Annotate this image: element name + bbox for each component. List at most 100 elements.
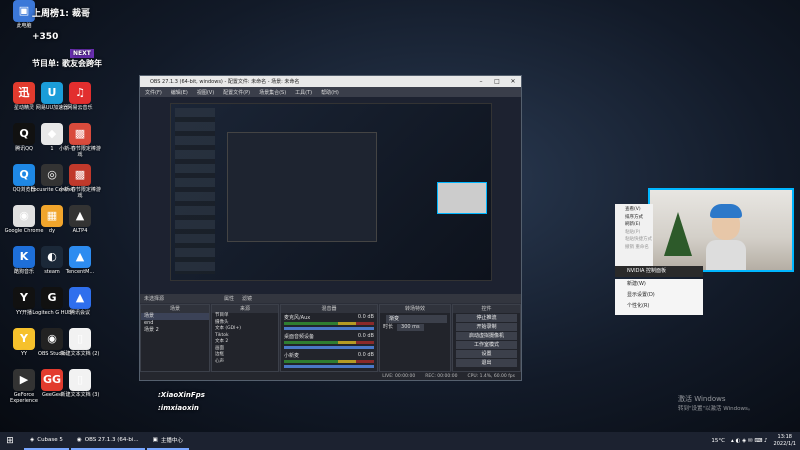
obs-menu-item[interactable]: 帮助(H) xyxy=(321,89,339,96)
program-overlay: 节目单: 歌友会跨年 xyxy=(32,59,102,68)
minimize-icon[interactable]: – xyxy=(473,76,489,87)
control-button[interactable]: 启动虚拟摄像机 xyxy=(456,332,517,340)
system-tray: 15°C ▴ ◐ ◈ ✉ ⌨ ♪ 13:18 2022/1/1 xyxy=(711,432,796,450)
desktop-icon[interactable]: ▲ 腾讯会议 xyxy=(58,287,102,317)
desktop-icon-label: 新建文本文档 (2) xyxy=(60,351,100,357)
context-menu-item[interactable]: 新建(W) xyxy=(615,279,703,290)
app-icon: ▲ xyxy=(69,287,91,309)
context-menu-item[interactable]: 显示设置(D) xyxy=(615,290,703,301)
webcam-overlay xyxy=(648,188,794,272)
taskbar-app-label: Cubase 5 xyxy=(37,437,63,443)
volume-meter xyxy=(284,341,374,344)
volume-slider[interactable] xyxy=(284,327,374,330)
taskbar-app[interactable]: ◉ OBS 27.1.3 (64-bi... xyxy=(70,432,145,450)
obs-menu-item[interactable]: 视图(V) xyxy=(197,89,214,96)
rank-overlay: 上周榜1: 裁哥 xyxy=(32,9,90,19)
controls-header: 控件 xyxy=(453,305,520,313)
taskbar-app[interactable]: ▣ 主播中心 xyxy=(146,432,189,450)
context-menu: 查看(V) 排序方式 刷新(E) 粘贴(P) 粘贴快捷方式 撤销 重命名 xyxy=(615,204,653,266)
start-icon[interactable]: ⊞ xyxy=(0,432,20,450)
clock-date: 2022/1/1 xyxy=(773,441,796,447)
tiktok-id-1: :XiaoXinFps xyxy=(158,391,205,399)
control-button[interactable]: 工作室模式 xyxy=(456,341,517,349)
control-button[interactable]: 开始录制 xyxy=(456,323,517,331)
control-button[interactable]: 退出 xyxy=(456,359,517,367)
desktop-icon[interactable]: ♫ 网易云音乐 xyxy=(58,82,102,112)
obs-menu-item[interactable]: 工具(T) xyxy=(295,89,312,96)
desktop-icon-label: ALTP4 xyxy=(72,228,88,234)
desktop-icon[interactable]: ▯ 新建文本文档 (3) xyxy=(58,369,102,399)
context-menu-item[interactable]: 粘贴快捷方式 xyxy=(615,236,653,244)
properties-button[interactable]: 属性 xyxy=(224,295,234,302)
context-menu-item[interactable]: 刷新(E) xyxy=(615,221,653,229)
scenes-header: 场景 xyxy=(141,305,209,313)
obs-window[interactable]: OBS 27.1.3 (64-bit, windows) - 配置文件: 未命名… xyxy=(139,75,522,381)
app-icon: ▩ xyxy=(69,123,91,145)
obs-title: OBS 27.1.3 (64-bit, windows) - 配置文件: 未命名… xyxy=(150,79,300,85)
desktop-icon[interactable]: ▩ 小新-春节限定棒游戏 xyxy=(58,164,102,199)
obs-menubar: 文件(F) 编辑(E) 视图(V) 配置文件(P) 场景集合(S) 工具(T) 帮助(H) xyxy=(140,87,521,97)
mixer-channel: 桌面音频设备 0.0 dB xyxy=(281,332,377,351)
mixer-channel-db: 0.0 dB xyxy=(357,314,374,320)
context-menu-item[interactable]: 撤销 重命名 xyxy=(615,244,653,252)
duration-label: 时长 xyxy=(383,324,394,330)
tray-icons[interactable]: ▴ ◐ ◈ ✉ ⌨ ♪ xyxy=(731,438,768,444)
scene-item[interactable]: 场景 xyxy=(141,313,209,320)
transitions-panel: 转场特效 渐变 时长 300 ms xyxy=(379,304,451,372)
next-badge: NEXT xyxy=(70,49,94,58)
obs-menu-item[interactable]: 编辑(E) xyxy=(171,89,188,96)
activation-line2: 转到"设置"以激活 Windows。 xyxy=(678,406,754,412)
obs-titlebar[interactable]: OBS 27.1.3 (64-bit, windows) - 配置文件: 未命名… xyxy=(140,76,521,87)
taskbar-app[interactable]: ◈ Cubase 5 xyxy=(24,432,69,450)
source-toolbar: 未选择源 属性 滤镜 xyxy=(140,294,521,303)
controls-panel: 控件 停止推流 开始录制 启动虚拟摄像机 工作室模式 设置 退出 xyxy=(452,304,521,372)
desktop-icon-label: 腾讯会议 xyxy=(69,310,90,316)
obs-menu-item[interactable]: 配置文件(P) xyxy=(223,89,250,96)
taskbar-app-icon: ◈ xyxy=(30,437,35,443)
christmas-tree xyxy=(664,212,692,256)
activation-line1: 激活 Windows xyxy=(678,395,726,403)
clock-time: 13:18 xyxy=(777,434,792,440)
streamer xyxy=(706,204,746,270)
context-menu-item[interactable]: 查看(V) xyxy=(615,206,653,214)
duration-input[interactable]: 300 ms xyxy=(397,324,424,331)
control-button[interactable]: 停止推流 xyxy=(456,314,517,322)
context-menu-item[interactable]: 排序方式 xyxy=(615,214,653,222)
desktop-icon[interactable]: ▲ ALTP4 xyxy=(58,205,102,235)
clock[interactable]: 13:18 2022/1/1 xyxy=(774,434,796,448)
desktop-icon[interactable]: ▩ 小新-春节限定棒游戏 xyxy=(58,123,102,158)
taskbar-app-label: OBS 27.1.3 (64-bi... xyxy=(84,437,139,443)
obs-menu-item[interactable]: 文件(F) xyxy=(145,89,162,96)
filters-button[interactable]: 滤镜 xyxy=(242,295,252,302)
maximize-icon[interactable]: □ xyxy=(489,76,505,87)
close-icon[interactable]: ✕ xyxy=(505,76,521,87)
desktop-icon-label: TencentM... xyxy=(65,269,95,275)
weather[interactable]: 15°C xyxy=(711,438,725,444)
volume-meter xyxy=(284,360,374,363)
scene-item[interactable]: end xyxy=(141,320,209,327)
scene-item[interactable]: 场景 2 xyxy=(141,327,209,334)
desktop-icon-label: 此电脑 xyxy=(16,23,32,29)
points-overlay: +350 xyxy=(32,32,59,42)
obs-statusbar: LIVE: 00:00:00 REC: 00:00:00 CPU: 1.4%, … xyxy=(140,372,521,380)
desktop-icon-label: 网易云音乐 xyxy=(67,105,93,111)
desktop-icon[interactable]: ▯ 新建文本文档 (2) xyxy=(58,328,102,358)
desktop-icon[interactable]: ▲ TencentM... xyxy=(58,246,102,276)
nvidia-control-panel-item[interactable]: NVIDIA 控制面板 xyxy=(615,266,703,277)
nested-webcam xyxy=(437,182,487,214)
obs-menu-item[interactable]: 场景集合(S) xyxy=(259,89,286,96)
taskbar: ⊞ ◈ Cubase 5 ◉ OBS 27.1.3 (64-bi... ▣ 主播中心 15… xyxy=(0,432,800,450)
desktop-icon-label: 小新-春节限定棒游戏 xyxy=(59,187,101,199)
context-menu-item[interactable]: 粘贴(P) xyxy=(615,229,653,237)
volume-meter xyxy=(284,322,374,325)
mixer-panel: 混音器 麦克风/Aux 0.0 dB 桌面音频设备 0.0 dB 小新麦 0.0 dB xyxy=(280,304,378,372)
volume-slider[interactable] xyxy=(284,365,374,368)
mixer-channel-name: 桌面音频设备 xyxy=(284,334,315,340)
obs-preview[interactable] xyxy=(140,97,521,294)
context-menu-item[interactable]: 个性化(R) xyxy=(615,301,703,312)
mixer-channel: 麦克风/Aux 0.0 dB xyxy=(281,313,377,332)
volume-slider[interactable] xyxy=(284,346,374,349)
source-item[interactable]: 心声 xyxy=(212,359,278,366)
control-button[interactable]: 设置 xyxy=(456,350,517,358)
transition-select[interactable]: 渐变 xyxy=(386,315,447,323)
